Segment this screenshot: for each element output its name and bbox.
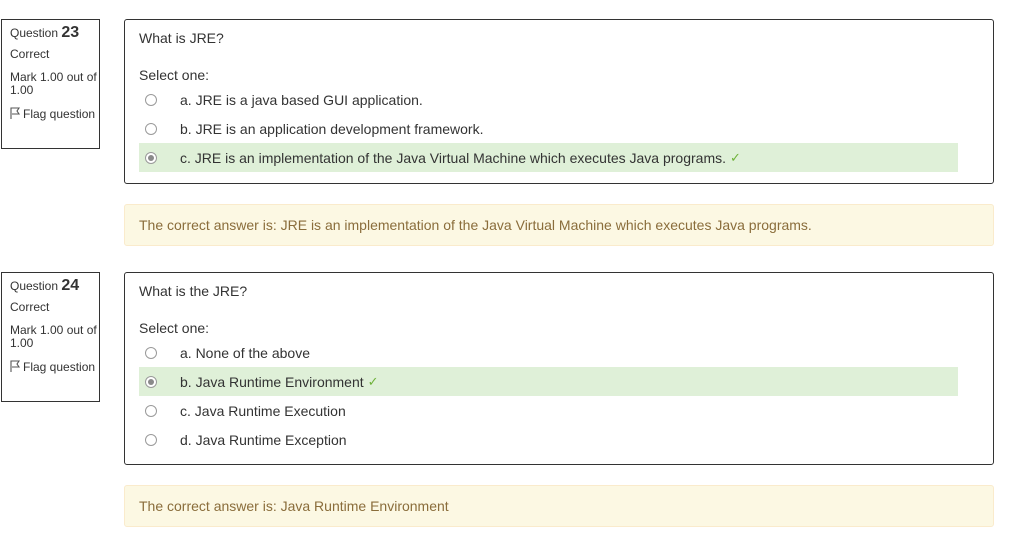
flag-outline-icon: [10, 107, 21, 119]
radio-button-selected[interactable]: [145, 151, 157, 164]
answer-label: b. Java Runtime Environment: [180, 373, 364, 390]
question-content-24: What is the JRE? Select one: a. None of …: [124, 272, 994, 465]
answer-label: a. JRE is a java based GUI application.: [180, 91, 423, 108]
correct-answer-feedback: The correct answer is: Java Runtime Envi…: [124, 485, 994, 527]
answer-option-c[interactable]: c. JRE is an implementation of the Java …: [139, 143, 958, 172]
flag-question-link[interactable]: Flag question: [10, 360, 99, 374]
answer-label: b. JRE is an application development fra…: [180, 120, 484, 137]
answer-label: c. Java Runtime Execution: [180, 402, 346, 419]
answer-option-b[interactable]: b. Java Runtime Environment ✓: [139, 367, 958, 396]
radio-button-selected[interactable]: [145, 375, 157, 388]
answer-list: a. None of the above b. Java Runtime Env…: [139, 338, 979, 454]
question-content-23: What is JRE? Select one: a. JRE is a jav…: [124, 19, 994, 184]
question-number: Question 24: [10, 277, 80, 294]
answer-label: c. JRE is an implementation of the Java …: [180, 149, 726, 166]
question-grade: Mark 1.00 out of 1.00: [10, 323, 97, 350]
flag-label: Flag question: [23, 360, 96, 374]
select-one-prompt: Select one:: [139, 320, 210, 336]
check-icon: ✓: [367, 373, 379, 389]
check-icon: ✓: [730, 149, 741, 165]
answer-option-c[interactable]: c. Java Runtime Execution: [139, 396, 958, 425]
answer-option-b[interactable]: b. JRE is an application development fra…: [139, 114, 958, 143]
correct-answer-feedback: The correct answer is: JRE is an impleme…: [124, 204, 994, 246]
question-text: What is the JRE?: [139, 283, 248, 299]
question-grade: Mark 1.00 out of 1.00: [10, 70, 97, 97]
answer-label: a. None of the above: [180, 344, 310, 361]
answer-option-a[interactable]: a. JRE is a java based GUI application.: [139, 85, 958, 114]
question-text: What is JRE?: [139, 30, 224, 46]
radio-button[interactable]: [145, 404, 157, 417]
answer-label: d. Java Runtime Exception: [180, 431, 347, 448]
question-info-23: Question 23 Correct Mark 1.00 out of 1.0…: [1, 19, 100, 149]
answer-list: a. JRE is a java based GUI application. …: [139, 85, 979, 172]
answer-option-a[interactable]: a. None of the above: [139, 338, 958, 367]
flag-outline-icon: [10, 360, 21, 372]
select-one-prompt: Select one:: [139, 67, 210, 83]
question-info-24: Question 24 Correct Mark 1.00 out of 1.0…: [1, 272, 100, 402]
question-number: Question 23: [10, 24, 80, 41]
radio-button[interactable]: [145, 433, 157, 446]
answer-option-d[interactable]: d. Java Runtime Exception: [139, 425, 958, 454]
radio-button[interactable]: [145, 93, 157, 106]
radio-button[interactable]: [145, 346, 157, 359]
flag-question-link[interactable]: Flag question: [10, 107, 99, 121]
question-state: Correct: [10, 300, 50, 314]
question-state: Correct: [10, 47, 50, 61]
flag-label: Flag question: [23, 107, 96, 121]
radio-button[interactable]: [145, 122, 157, 135]
